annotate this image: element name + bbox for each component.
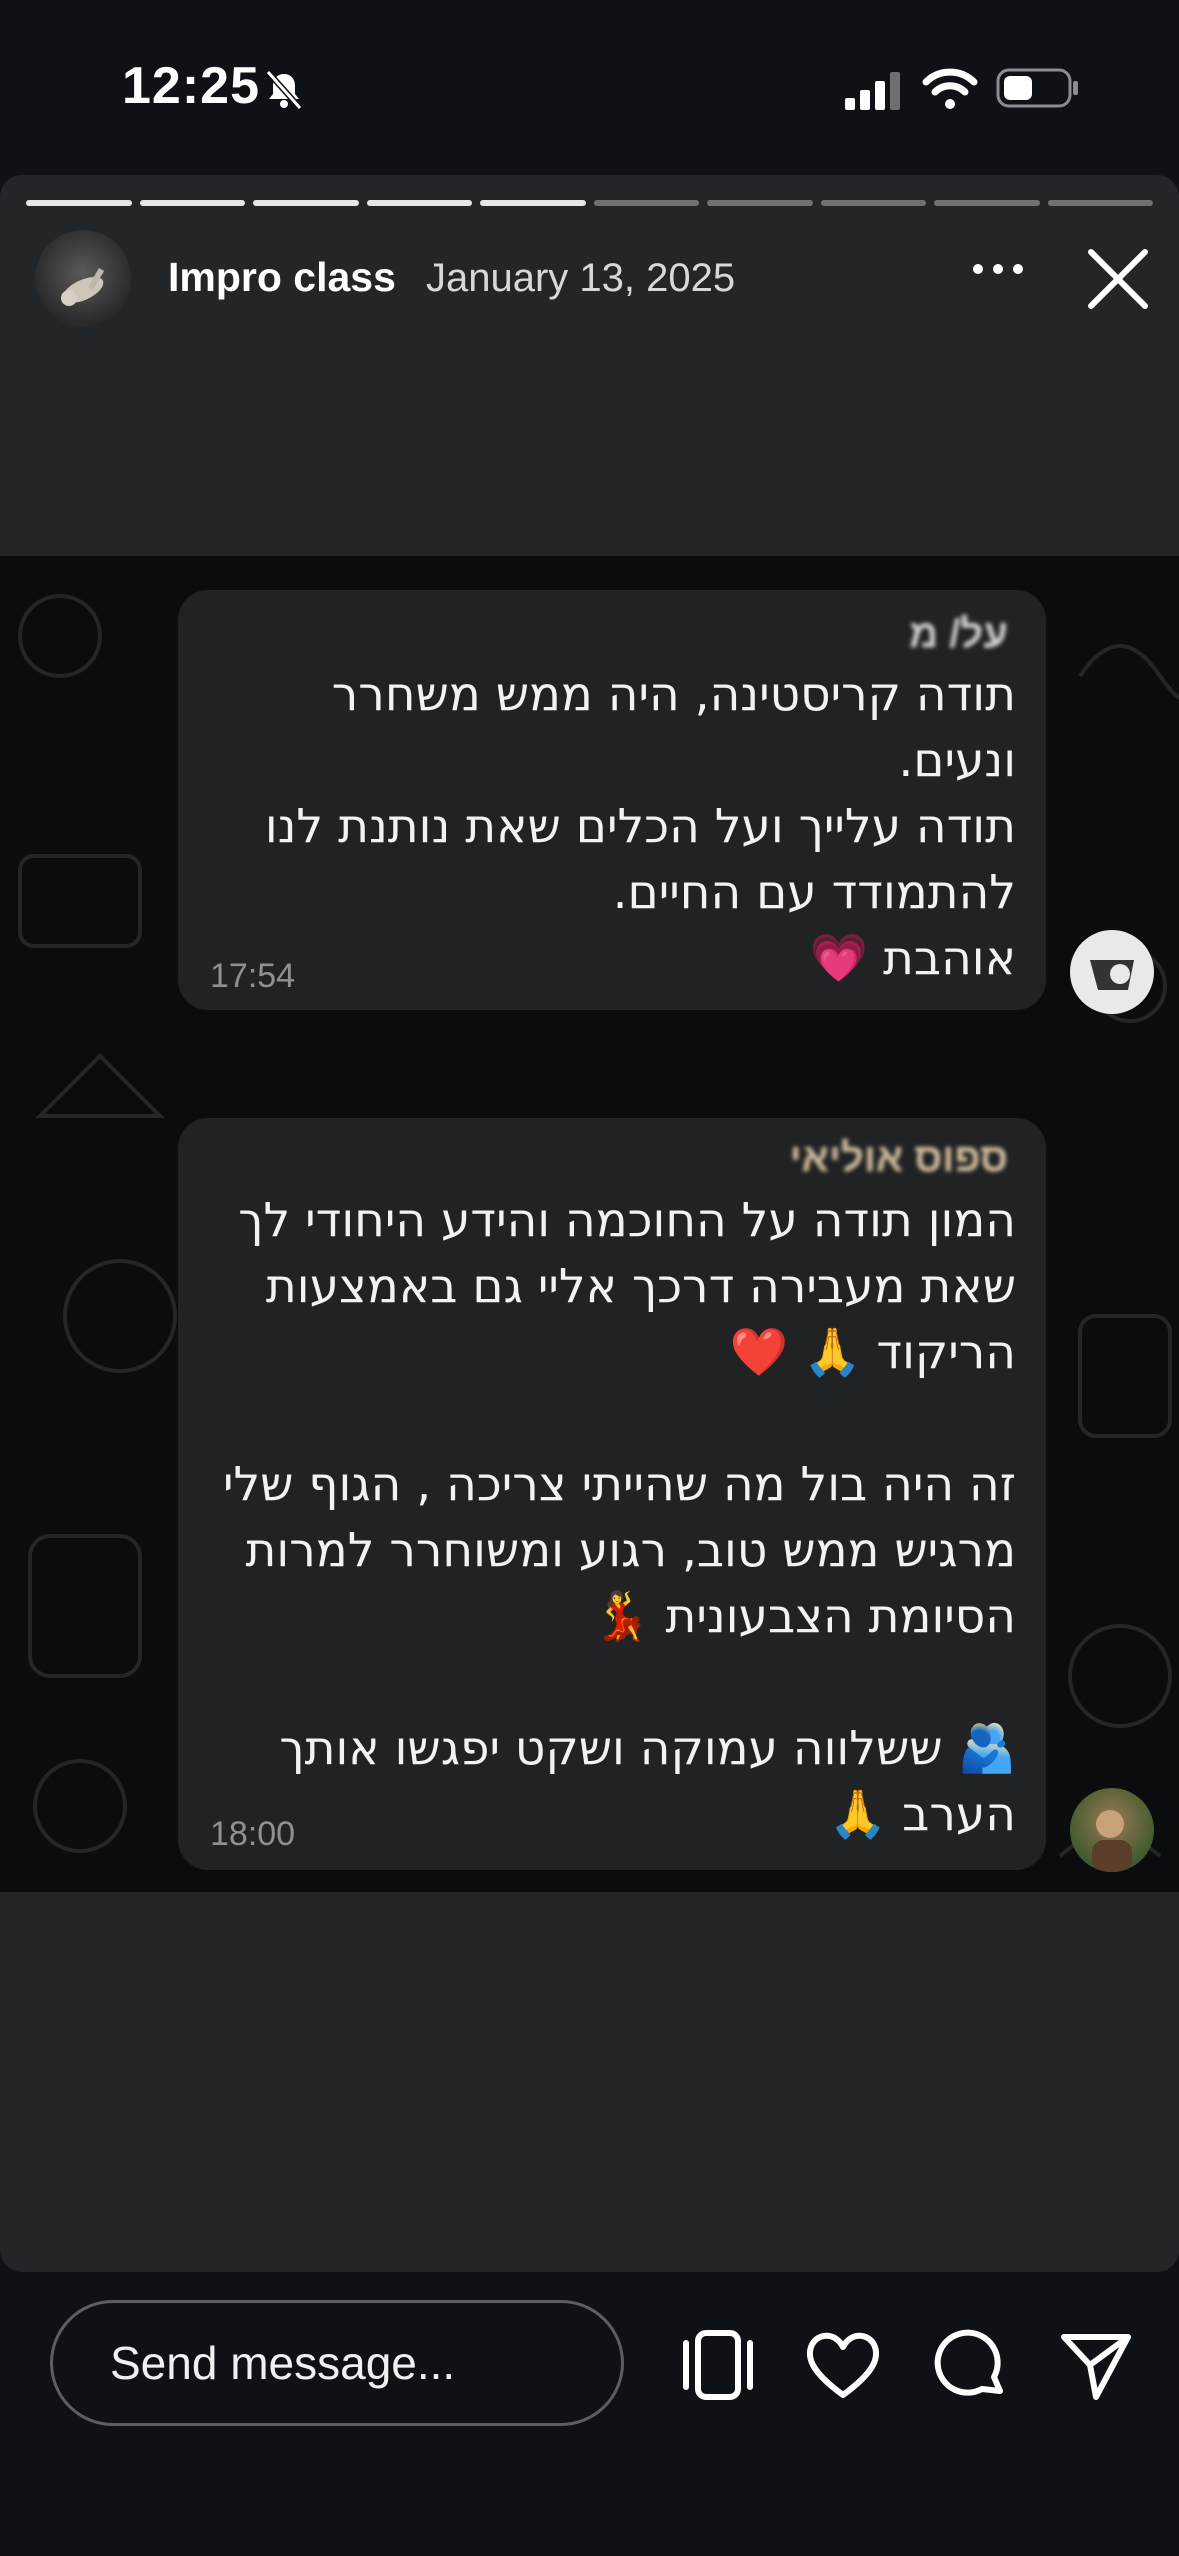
- story-progress-segment: [26, 200, 132, 206]
- chat-message-2: המון תודה על החוכמה והידע היחודי לך שאת …: [222, 1193, 1016, 1842]
- chat-sender-2: ספוס אוליאי: [789, 1136, 1008, 1180]
- story-progress-segment: [934, 200, 1040, 206]
- story-progress-segment: [593, 200, 699, 206]
- chat-bubble-2: ספוס אוליאי המון תודה על החוכמה והידע הי…: [178, 1118, 1046, 1870]
- wifi-icon: [922, 68, 978, 109]
- share-icon[interactable]: [1056, 2325, 1136, 2405]
- chat-time-1: 17:54: [210, 957, 296, 995]
- chat-time-2: 18:00: [210, 1815, 296, 1853]
- signal-icon: [845, 72, 900, 110]
- battery-icon: [996, 68, 1078, 108]
- story-progress-segment: [139, 200, 245, 206]
- silent-mode-icon: [265, 70, 303, 110]
- chat-sender-1: על/ מ: [909, 612, 1008, 656]
- close-icon[interactable]: [1083, 244, 1153, 314]
- comment-icon[interactable]: [930, 2325, 1010, 2405]
- story-progress-segment: [253, 200, 359, 206]
- chat-screenshot: על/ מ תודה קריסטינה, היה ממש משחרר ונעים…: [0, 556, 1179, 1892]
- heart-icon[interactable]: [803, 2325, 883, 2405]
- carousel-icon[interactable]: [678, 2325, 758, 2405]
- story-username[interactable]: Impro class: [168, 254, 396, 301]
- profile-avatar[interactable]: [35, 230, 131, 326]
- send-message-placeholder: Send message...: [110, 2337, 456, 2389]
- chat-bubble-1: על/ מ תודה קריסטינה, היה ממש משחרר ונעים…: [178, 590, 1046, 1010]
- story-progress-bar: [26, 200, 1153, 208]
- story-progress-segment: [820, 200, 926, 206]
- chat-message-1: תודה קריסטינה, היה ממש משחרר ונעים. תודה…: [264, 667, 1016, 986]
- status-time: 12:25: [122, 57, 260, 115]
- chat-avatar-1: [1070, 930, 1154, 1014]
- more-options-icon[interactable]: [968, 244, 1028, 294]
- story-progress-segment: [480, 200, 586, 206]
- story-progress-segment: [366, 200, 472, 206]
- story-progress-segment: [707, 200, 813, 206]
- story-progress-segment: [1047, 200, 1153, 206]
- story-date: January 13, 2025: [426, 256, 736, 300]
- chat-avatar-2: [1070, 1788, 1154, 1872]
